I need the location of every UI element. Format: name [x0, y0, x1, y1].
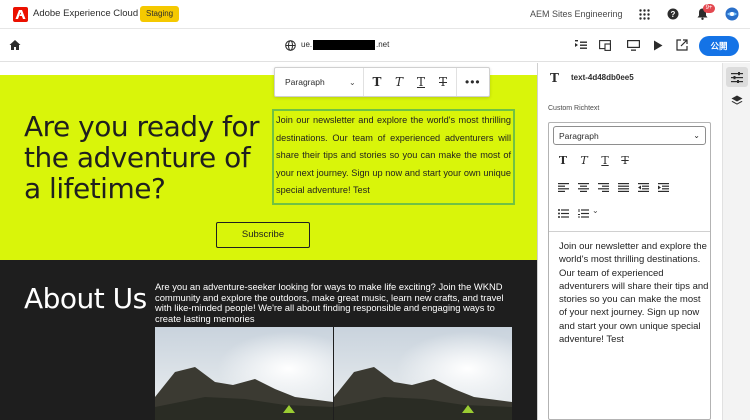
align-center-icon[interactable]	[576, 181, 590, 193]
align-left-icon[interactable]	[556, 181, 570, 193]
mountain-photo[interactable]	[155, 327, 333, 420]
properties-panel: T text-4d48db0ee5 Custom Richtext Paragr…	[537, 63, 722, 420]
open-external-icon[interactable]	[675, 38, 689, 52]
hero-section[interactable]: Are you ready for the adventure of a lif…	[0, 75, 537, 260]
more-options-icon[interactable]: •••	[465, 75, 481, 89]
inline-rte-toolbar: Paragraph ⌄ T T T T •••	[274, 67, 490, 97]
strikethrough-button[interactable]: T	[618, 154, 632, 168]
about-title[interactable]: About Us	[24, 282, 147, 315]
publish-button[interactable]: 公開	[699, 36, 739, 56]
align-justify-icon[interactable]	[616, 181, 630, 193]
notification-badge: 9+	[703, 4, 715, 13]
globe-icon	[283, 38, 297, 52]
italic-button[interactable]: T	[577, 154, 591, 168]
indent-icon[interactable]	[656, 181, 670, 193]
play-icon[interactable]	[651, 38, 665, 52]
about-body-text[interactable]: Are you an adventure-seeker looking for …	[155, 281, 515, 324]
adobe-logo-icon[interactable]	[13, 7, 28, 22]
apps-grid-icon[interactable]	[637, 7, 651, 21]
block-format-select[interactable]: Paragraph ⌄	[553, 126, 706, 145]
rte-bold-button[interactable]: T	[370, 74, 384, 90]
subscribe-button[interactable]: Subscribe	[216, 222, 310, 248]
rte-paragraph-select[interactable]: Paragraph	[285, 77, 325, 87]
desktop-icon[interactable]	[626, 38, 640, 52]
underline-button[interactable]: T	[598, 154, 612, 168]
numbered-list-icon[interactable]	[576, 207, 590, 219]
help-icon[interactable]: ?	[666, 7, 680, 21]
about-section[interactable]: About Us Are you an adventure-seeker loo…	[0, 260, 537, 420]
rte-divider	[363, 68, 364, 96]
rte-italic-button[interactable]: T	[392, 74, 406, 90]
text-component-icon: T	[550, 71, 559, 85]
svg-text:?: ?	[671, 10, 676, 19]
home-icon[interactable]	[8, 38, 22, 52]
layers-icon[interactable]	[726, 91, 748, 111]
editor-divider	[549, 231, 710, 232]
mountain-photo[interactable]	[334, 327, 512, 420]
chevron-down-icon[interactable]: ⌄	[592, 206, 599, 215]
block-format-value: Paragraph	[559, 131, 599, 141]
component-id: text-4d48db0ee5	[571, 73, 634, 82]
hero-title[interactable]: Are you ready for the adventure of a lif…	[24, 111, 264, 204]
align-right-icon[interactable]	[596, 181, 610, 193]
rte-divider	[456, 68, 457, 96]
top-bar: Adobe Experience Cloud Staging AEM Sites…	[0, 0, 750, 29]
bullet-list-icon[interactable]	[556, 207, 570, 219]
chevron-down-icon: ⌄	[693, 131, 700, 140]
right-rail	[722, 63, 750, 420]
page-canvas: Are you ready for the adventure of a lif…	[0, 63, 537, 420]
avatar-icon[interactable]	[725, 7, 739, 21]
outdent-icon[interactable]	[636, 181, 650, 193]
app-title[interactable]: Adobe Experience Cloud	[33, 8, 138, 19]
richtext-editor[interactable]: Paragraph ⌄ T T T T ⌄ Join our newslette…	[548, 122, 711, 420]
chevron-down-icon[interactable]: ⌄	[349, 78, 356, 87]
properties-icon[interactable]	[726, 67, 748, 87]
org-switcher[interactable]: AEM Sites Engineering	[530, 9, 623, 19]
url-prefix[interactable]: ue.	[301, 40, 312, 49]
responsive-icon[interactable]	[598, 38, 612, 52]
rte-underline-button[interactable]: T	[414, 74, 428, 90]
editor-toolbar: ue. .net	[0, 29, 750, 62]
rte-strike-button[interactable]: T	[436, 74, 450, 90]
outline-icon[interactable]	[574, 38, 588, 52]
field-label: Custom Richtext	[548, 105, 600, 112]
richtext-content[interactable]: Join our newsletter and explore the worl…	[559, 240, 709, 346]
hero-body-text[interactable]: Join our newsletter and explore the worl…	[272, 109, 515, 205]
url-redacted	[313, 40, 375, 50]
url-suffix[interactable]: .net	[376, 40, 389, 49]
bold-button[interactable]: T	[556, 154, 570, 168]
env-badge: Staging	[140, 6, 180, 22]
